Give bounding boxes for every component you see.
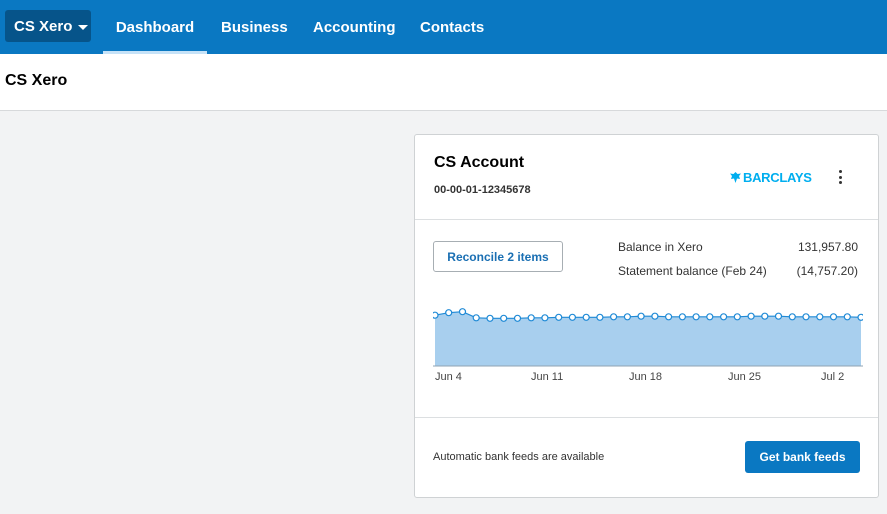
balance-data-point[interactable]	[733, 313, 741, 321]
page-header: CS Xero	[0, 54, 887, 111]
balance-data-point[interactable]	[802, 313, 810, 321]
nav-dashboard[interactable]: Dashboard	[103, 0, 207, 54]
nav-business[interactable]: Business	[221, 0, 288, 54]
card-divider-bottom	[415, 417, 878, 418]
balance-in-xero-label: Balance in Xero	[618, 240, 703, 254]
balance-data-point[interactable]	[610, 313, 618, 321]
top-navigation-bar: CS Xero Dashboard Business Accounting Co…	[0, 0, 887, 54]
x-tick-label: Jun 11	[531, 371, 564, 383]
account-number: 00-00-01-12345678	[434, 184, 531, 196]
balance-data-point[interactable]	[458, 308, 467, 316]
org-switcher-label: CS Xero	[14, 17, 73, 35]
bank-account-card: CS Account 00-00-01-12345678 BARCLAYS Re…	[414, 134, 879, 498]
balance-data-point[interactable]	[843, 313, 851, 321]
balance-data-point[interactable]	[513, 314, 522, 322]
x-tick-label: Jun 4	[435, 371, 462, 383]
x-tick-label: Jun 25	[728, 371, 762, 383]
balance-data-point[interactable]	[568, 313, 576, 321]
bank-logo: BARCLAYS	[729, 170, 812, 185]
balance-data-point[interactable]	[596, 313, 604, 321]
nav-contacts-label: Contacts	[420, 18, 485, 36]
x-tick-label: Jul 2	[821, 371, 845, 383]
balance-data-point[interactable]	[582, 313, 590, 321]
balance-data-point[interactable]	[637, 312, 645, 320]
balance-data-point[interactable]	[829, 313, 838, 321]
balance-data-point[interactable]	[500, 314, 508, 322]
balance-data-point[interactable]	[747, 312, 755, 320]
balance-data-point[interactable]	[527, 314, 535, 322]
balance-data-point[interactable]	[472, 314, 480, 322]
balance-data-point[interactable]	[678, 313, 686, 321]
statement-balance-value: (14,757.20)	[796, 264, 858, 278]
bank-feeds-message: Automatic bank feeds are available	[433, 451, 605, 463]
eagle-icon	[730, 172, 741, 183]
page-title: CS Xero	[5, 72, 68, 89]
nav-accounting[interactable]: Accounting	[313, 0, 396, 54]
bank-logo-text: BARCLAYS	[743, 170, 812, 185]
get-bank-feeds-button[interactable]: Get bank feeds	[745, 441, 860, 473]
balance-data-point[interactable]	[761, 312, 769, 320]
reconcile-items-button[interactable]: Reconcile 2 items	[433, 241, 563, 272]
balance-data-point[interactable]	[445, 309, 453, 317]
card-divider-top	[415, 219, 878, 220]
balance-data-point[interactable]	[788, 313, 796, 321]
balance-in-xero-value: 131,957.80	[797, 240, 858, 254]
nav-accounting-label: Accounting	[313, 18, 396, 36]
balance-data-point[interactable]	[692, 313, 700, 321]
balance-data-point[interactable]	[720, 313, 728, 321]
balance-data-point[interactable]	[706, 313, 714, 321]
org-switcher-button[interactable]: CS Xero	[5, 10, 91, 42]
balance-data-point[interactable]	[623, 313, 631, 321]
balance-data-point[interactable]	[433, 311, 439, 319]
balance-data-point[interactable]	[486, 314, 494, 322]
balance-data-point[interactable]	[774, 312, 783, 320]
balance-data-point[interactable]	[651, 312, 659, 320]
nav-contacts[interactable]: Contacts	[420, 0, 484, 54]
balance-data-point[interactable]	[555, 313, 563, 321]
account-name[interactable]: CS Account	[434, 154, 524, 172]
x-tick-label: Jun 18	[629, 371, 663, 383]
balance-data-point[interactable]	[857, 313, 863, 321]
balance-area	[435, 311, 861, 366]
caret-down-icon	[78, 24, 89, 30]
statement-balance-label: Statement balance (Feb 24)	[618, 264, 767, 278]
kebab-menu-icon[interactable]	[833, 168, 847, 186]
nav-dashboard-label: Dashboard	[115, 18, 195, 36]
balance-data-point[interactable]	[665, 313, 673, 321]
nav-business-label: Business	[221, 18, 288, 36]
balance-data-point[interactable]	[816, 313, 824, 321]
balance-data-point[interactable]	[541, 314, 549, 322]
